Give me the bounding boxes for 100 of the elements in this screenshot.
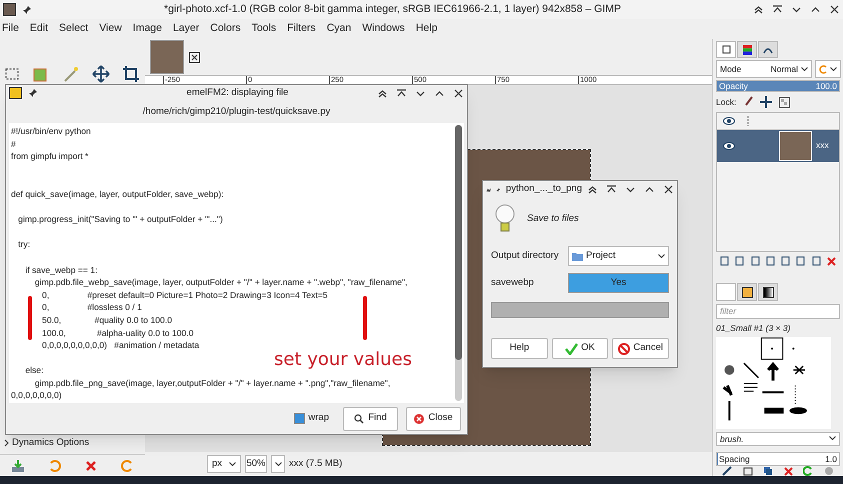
menu-item[interactable]: View [99, 21, 122, 37]
wrap-label[interactable]: wrap [308, 411, 329, 426]
save-preset-icon[interactable] [11, 458, 26, 472]
brush-icon[interactable] [743, 96, 754, 108]
layer-row[interactable]: xxx [717, 130, 839, 162]
window-title: *girl-photo.xcf-1.0 (RGB color 8-bit gamma integer, sRGB IEC61966-2.1, 1 layer) 942x858 – GIMP [163, 2, 622, 17]
dynamics-options-label[interactable]: Dynamics Options [12, 436, 90, 450]
menu-item[interactable]: Select [59, 21, 88, 37]
close-icon[interactable] [829, 4, 840, 15]
eye-icon[interactable] [723, 116, 735, 125]
dialog-heading: Save to files [527, 212, 579, 226]
mode-dropdown[interactable]: Mode Normal [716, 60, 812, 78]
menu-item[interactable]: Colors [210, 21, 241, 37]
zoom-dropdown[interactable] [271, 455, 285, 473]
zoom-field[interactable]: 50% [245, 455, 267, 473]
search-icon [354, 414, 364, 424]
move-icon[interactable] [92, 65, 110, 83]
code-line: try: [17, 238, 32, 251]
filter-field[interactable]: filter [716, 304, 840, 319]
menu-item[interactable]: Edit [30, 21, 48, 37]
code-line: def quick_save(image, layer, outputFolder, save_webp): [11, 188, 225, 201]
paths-tab[interactable] [758, 41, 778, 58]
eye-icon[interactable] [723, 142, 735, 150]
brush-grid-drawing[interactable] [716, 336, 831, 429]
code-line: gimp.pdb.file_png_save(image, layer,outputFolder + "/" + layer.name + ".png","raw_filename", [34, 376, 392, 390]
close-button[interactable]: Close [406, 406, 461, 430]
file-path: /home/rich/gimp210/plugin-test/quicksave.py [142, 104, 330, 119]
menu-item[interactable]: Help [416, 21, 438, 37]
move-icon[interactable] [760, 96, 772, 108]
menu-item[interactable]: Windows [362, 21, 405, 37]
chevron-icon[interactable] [829, 436, 836, 442]
code-line: # [11, 138, 17, 150]
spacing-label: Spacing [719, 452, 750, 466]
code-line: else: [24, 364, 44, 377]
folder-dropdown[interactable]: Project [568, 246, 669, 266]
keep-above-icon[interactable] [606, 184, 617, 195]
menu-item[interactable]: Tools [252, 21, 276, 37]
expander-icon[interactable] [4, 439, 9, 447]
chevron-icon[interactable] [229, 462, 236, 466]
code-line: 0,0,0,0,0,0,0) [11, 389, 63, 402]
find-button[interactable]: Find [343, 406, 398, 430]
annotation-mark [28, 296, 32, 340]
layers-tab[interactable] [716, 41, 736, 58]
chevron-icon[interactable] [658, 254, 665, 258]
prohibited-icon [618, 342, 630, 354]
menu-item[interactable]: Image [132, 21, 162, 37]
rectangle-select-icon[interactable] [4, 66, 20, 82]
close-icon[interactable] [189, 52, 200, 62]
menu-item[interactable]: Filters [287, 21, 316, 37]
folder-icon [572, 252, 583, 260]
close-icon[interactable] [453, 88, 464, 98]
layer-thumbnail [779, 130, 812, 161]
chevron-icon[interactable] [801, 66, 808, 72]
pencil-icon[interactable] [722, 466, 732, 476]
chevron-icon[interactable] [830, 66, 837, 72]
chevrons-up-icon[interactable] [753, 4, 764, 15]
menu-item[interactable]: Cyan [326, 21, 352, 37]
close-icon[interactable] [663, 184, 674, 195]
spacing-slider[interactable]: Spacing 1.0 [716, 452, 840, 466]
channels-tab[interactable] [737, 41, 757, 58]
checkmark-icon [565, 342, 578, 354]
refresh-icon[interactable] [803, 466, 814, 476]
keep-above-icon[interactable] [396, 88, 407, 98]
opacity-label: Opacity [719, 80, 748, 92]
help-button[interactable]: Help [491, 338, 548, 359]
menu-item[interactable]: File [2, 21, 19, 37]
ok-button[interactable]: OK [552, 338, 608, 359]
delete-icon[interactable] [784, 466, 793, 476]
code-line: 0,0,0,0,0,0,0,0,0) #animation / metadata [41, 339, 200, 352]
window-title: python_..._to_png [506, 182, 582, 196]
image-thumbnail[interactable] [150, 40, 184, 74]
status-text: xxx (7.5 MB) [289, 456, 342, 471]
opacity-slider[interactable]: Opacity 100.0 [716, 80, 840, 92]
pin-icon[interactable] [22, 4, 32, 14]
code-line: 0, #lossless 0 / 1 [41, 301, 143, 314]
wand-icon[interactable] [62, 65, 80, 83]
crop-icon[interactable] [122, 65, 140, 83]
field-label: Output directory [491, 248, 560, 263]
pin-icon[interactable] [28, 88, 38, 98]
chevrons-up-icon[interactable] [377, 88, 388, 98]
gradients-tab[interactable] [758, 283, 778, 302]
chevron-icon[interactable] [274, 462, 282, 466]
delete-icon[interactable] [84, 460, 97, 472]
chevrons-up-icon[interactable] [587, 184, 598, 195]
brush-name: 01_Small #1 (3 × 3) [716, 322, 792, 334]
cancel-button[interactable]: Cancel [612, 338, 670, 359]
menu-item[interactable]: Layer [172, 21, 200, 37]
field-label: savewebp [491, 276, 535, 290]
annotation-text: set your values [274, 348, 412, 372]
scrollbar[interactable] [455, 125, 462, 401]
code-line: 0, #preset default=0 Picture=1 Photo=2 Drawing=3 Icon=4 Text=5 [41, 288, 329, 302]
patterns-tab[interactable] [737, 283, 757, 302]
checkerboard-icon[interactable] [779, 96, 790, 108]
wrap-checkbox[interactable] [294, 413, 306, 424]
keep-above-icon[interactable] [772, 4, 783, 15]
tag-field[interactable]: brush. [716, 432, 840, 446]
toggle-button[interactable]: Yes [568, 273, 669, 293]
annotation-mark [363, 296, 367, 340]
delete-icon[interactable] [826, 256, 836, 266]
unit-dropdown[interactable]: px [207, 455, 241, 473]
